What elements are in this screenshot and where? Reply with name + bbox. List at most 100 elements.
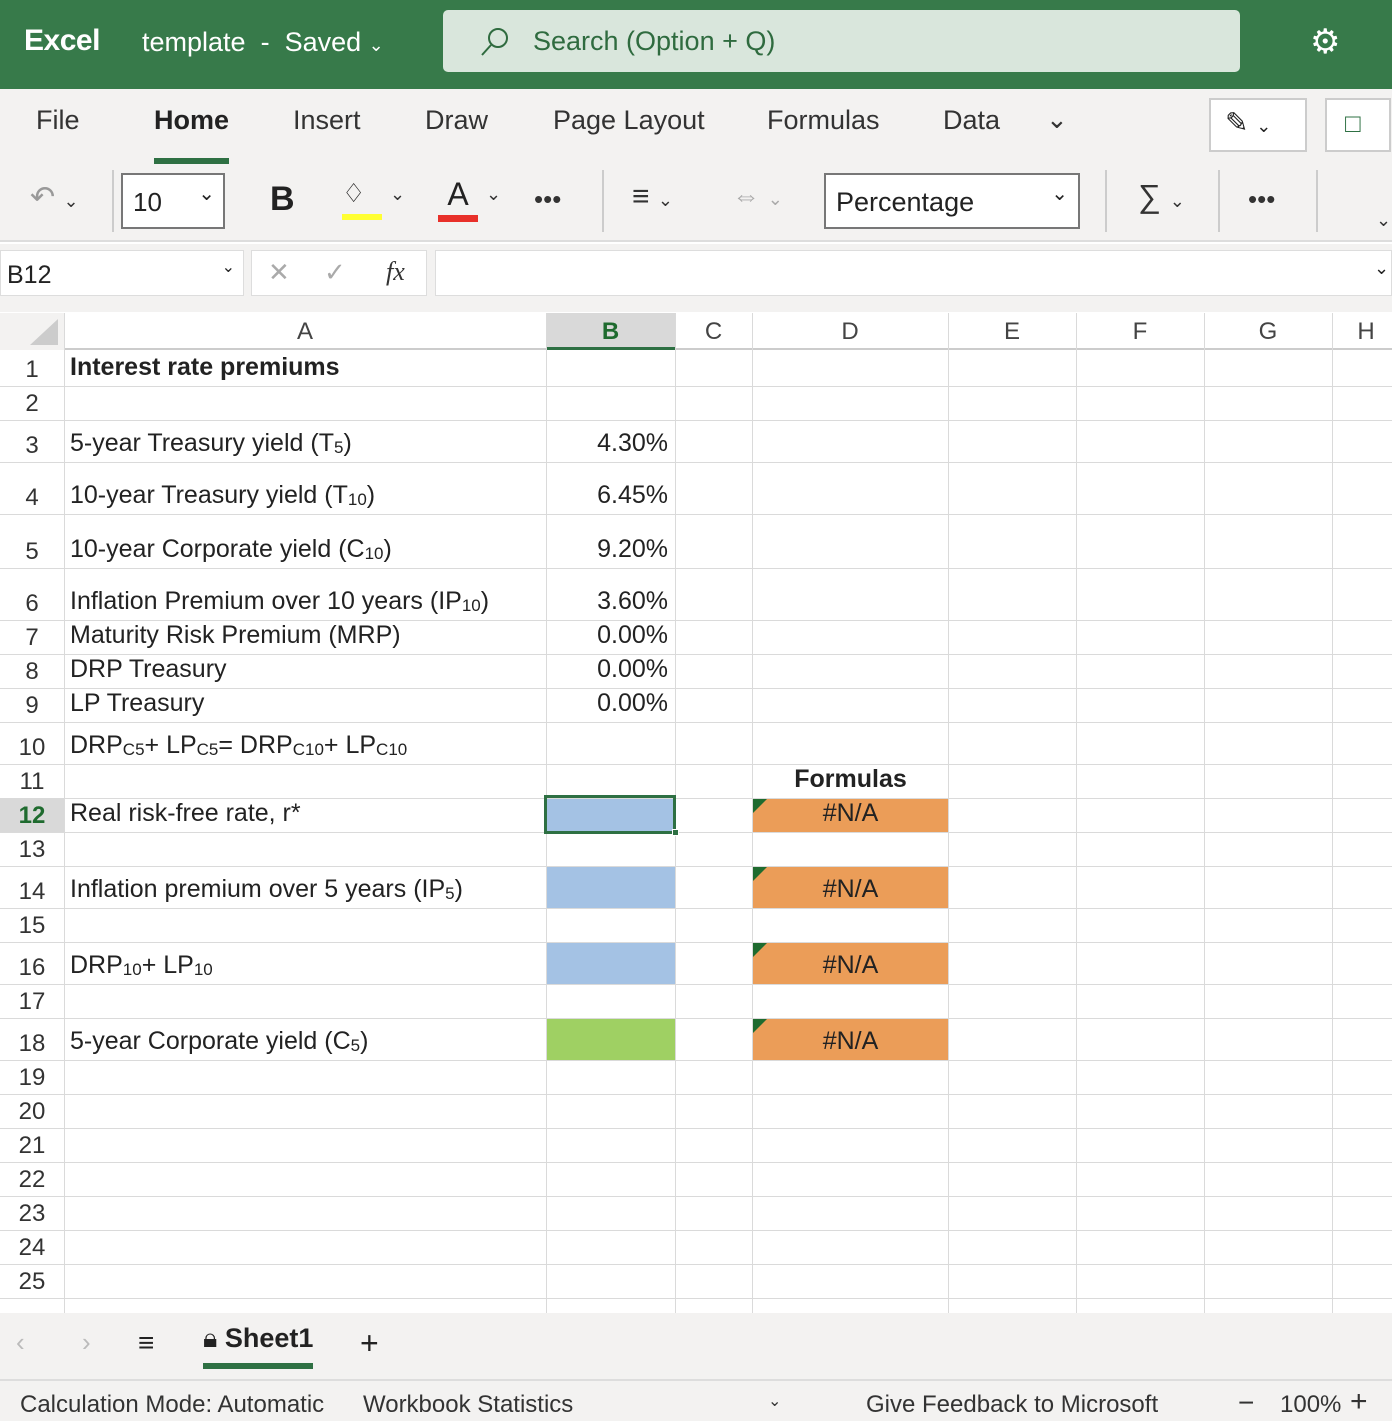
cell-b3[interactable]: 4.30%: [546, 420, 675, 462]
row-header-17[interactable]: 17: [0, 984, 64, 1018]
column-header-b[interactable]: B: [546, 313, 675, 350]
fill-color-chevron-icon[interactable]: ⌄: [390, 184, 405, 205]
font-color-chevron-icon[interactable]: ⌄: [486, 184, 501, 205]
cell-a12[interactable]: Real risk-free rate, r*: [70, 798, 301, 832]
tab-data[interactable]: Data: [943, 105, 1000, 136]
tab-file[interactable]: File: [36, 105, 80, 136]
tab-page-layout[interactable]: Page Layout: [553, 105, 705, 136]
row-header-13[interactable]: 13: [0, 832, 64, 866]
cell-a10[interactable]: DRP C5 + LP C5 = DRP C10 + LP C10: [70, 722, 407, 764]
row-header-4[interactable]: 4: [0, 462, 64, 514]
column-header-h[interactable]: H: [1332, 313, 1392, 350]
column-header-d[interactable]: D: [752, 313, 948, 350]
formula-input[interactable]: [435, 250, 1392, 296]
cell-b16-input[interactable]: [547, 943, 675, 984]
row-header-2[interactable]: 2: [0, 386, 64, 420]
insert-function-icon[interactable]: fx: [386, 257, 405, 287]
selected-cell-b12[interactable]: [544, 795, 676, 834]
cell-d14[interactable]: #N/A: [753, 867, 948, 908]
column-header-c[interactable]: C: [675, 313, 752, 350]
fill-handle[interactable]: [672, 829, 679, 836]
row-header-3[interactable]: 3: [0, 420, 64, 462]
select-all-corner[interactable]: [0, 313, 64, 350]
cancel-icon[interactable]: ✕: [268, 257, 290, 288]
cell-a7[interactable]: Maturity Risk Premium (MRP): [70, 620, 401, 654]
expand-formula-bar-icon[interactable]: ⌄: [1374, 258, 1389, 279]
row-header-20[interactable]: 20: [0, 1094, 64, 1128]
column-header-g[interactable]: G: [1204, 313, 1332, 350]
cell-a16[interactable]: DRP 10 + LP 10: [70, 942, 213, 984]
expand-ribbon-icon[interactable]: ⌄: [1376, 210, 1391, 231]
cell-b18-input[interactable]: [547, 1019, 675, 1060]
cell-a14[interactable]: Inflation premium over 5 years (IP 5): [70, 866, 463, 908]
cell-b9[interactable]: 0.00%: [546, 688, 675, 722]
workbook-statistics[interactable]: Workbook Statistics: [363, 1391, 573, 1419]
row-header-22[interactable]: 22: [0, 1162, 64, 1196]
sheet-tab-sheet1[interactable]: 🔒︎ Sheet1: [203, 1323, 314, 1369]
add-sheet-icon[interactable]: +: [360, 1325, 379, 1362]
bold-button[interactable]: B: [270, 180, 295, 219]
row-header-16[interactable]: 16: [0, 942, 64, 984]
autosum-icon[interactable]: ∑ ⌄: [1138, 178, 1185, 215]
editing-pen-icon[interactable]: ✎ ⌄: [1209, 98, 1307, 152]
column-header-e[interactable]: E: [948, 313, 1076, 350]
cell-a1[interactable]: Interest rate premiums: [70, 350, 340, 386]
row-header-14[interactable]: 14: [0, 866, 64, 908]
row-header-18[interactable]: 18: [0, 1018, 64, 1060]
prev-sheet-icon[interactable]: ‹: [16, 1327, 25, 1358]
row-header-25[interactable]: 25: [0, 1264, 64, 1298]
more-commands-icon[interactable]: •••: [1248, 184, 1275, 215]
column-header-a[interactable]: A: [64, 313, 546, 350]
column-header-f[interactable]: F: [1076, 313, 1204, 350]
row-header-19[interactable]: 19: [0, 1060, 64, 1094]
row-header-12[interactable]: 12: [0, 798, 64, 832]
cell-b8[interactable]: 0.00%: [546, 654, 675, 688]
cell-a18[interactable]: 5-year Corporate yield (C 5): [70, 1018, 368, 1060]
row-header-9[interactable]: 9: [0, 688, 64, 722]
row-header-15[interactable]: 15: [0, 908, 64, 942]
cell-a8[interactable]: DRP Treasury: [70, 654, 227, 688]
font-color-icon[interactable]: A: [438, 176, 478, 222]
tab-formulas[interactable]: Formulas: [767, 105, 880, 136]
row-header-11[interactable]: 11: [0, 764, 64, 798]
cell-b6[interactable]: 3.60%: [546, 568, 675, 620]
name-box[interactable]: B12 ⌄: [0, 250, 244, 296]
row-header-21[interactable]: 21: [0, 1128, 64, 1162]
cell-b14-input[interactable]: [547, 867, 675, 908]
cell-a3[interactable]: 5-year Treasury yield (T 5): [70, 420, 352, 462]
tab-draw[interactable]: Draw: [425, 105, 488, 136]
cell-a6[interactable]: Inflation Premium over 10 years (IP 10): [70, 568, 489, 620]
document-title[interactable]: template - Saved ⌄: [142, 27, 384, 58]
settings-gear-icon[interactable]: ⚙: [1310, 22, 1340, 62]
enter-check-icon[interactable]: ✓: [324, 257, 346, 288]
align-icon[interactable]: ≡ ⌄: [632, 180, 673, 214]
cell-b7[interactable]: 0.00%: [546, 620, 675, 654]
next-sheet-icon[interactable]: ›: [82, 1327, 91, 1358]
chevron-down-icon[interactable]: ⌄: [768, 1391, 781, 1411]
cell-d12[interactable]: #N/A: [753, 799, 948, 832]
row-header-7[interactable]: 7: [0, 620, 64, 654]
row-header-6[interactable]: 6: [0, 568, 64, 620]
cell-b4[interactable]: 6.45%: [546, 462, 675, 514]
all-sheets-menu-icon[interactable]: ≡: [138, 1327, 154, 1359]
cell-b5[interactable]: 9.20%: [546, 514, 675, 568]
feedback-link[interactable]: Give Feedback to Microsoft: [866, 1391, 1158, 1419]
row-header-1[interactable]: 1: [0, 350, 64, 386]
row-header-24[interactable]: 24: [0, 1230, 64, 1264]
tab-home[interactable]: Home: [154, 105, 230, 164]
undo-icon[interactable]: ↶ ⌄: [30, 180, 79, 215]
cell-a9[interactable]: LP Treasury: [70, 688, 204, 722]
cell-a5[interactable]: 10-year Corporate yield (C 10): [70, 514, 392, 568]
more-tabs-chevron-icon[interactable]: ⌄: [1046, 104, 1068, 135]
zoom-in-icon[interactable]: +: [1350, 1385, 1368, 1419]
search-box[interactable]: Search (Option + Q): [443, 10, 1240, 72]
row-header-8[interactable]: 8: [0, 654, 64, 688]
comments-icon[interactable]: □: [1325, 98, 1391, 152]
number-format-select[interactable]: Percentage ⌄: [824, 173, 1080, 229]
cell-a4[interactable]: 10-year Treasury yield (T 10): [70, 462, 375, 514]
cell-d18[interactable]: #N/A: [753, 1019, 948, 1060]
more-options-icon[interactable]: •••: [534, 184, 561, 215]
cell-d16[interactable]: #N/A: [753, 943, 948, 984]
tab-insert[interactable]: Insert: [293, 105, 361, 136]
row-header-5[interactable]: 5: [0, 514, 64, 568]
